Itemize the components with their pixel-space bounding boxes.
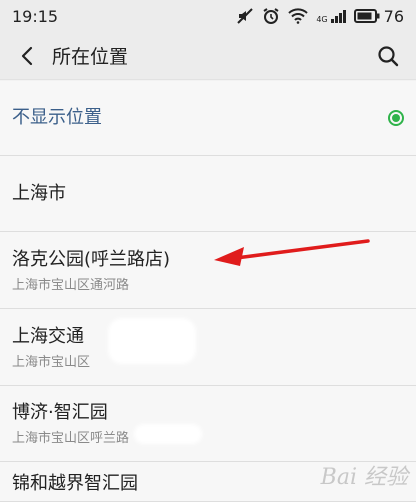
privacy-blur (134, 424, 202, 444)
location-item-poi[interactable]: 洛克公园(呼兰路店) 上海市宝山区通河路 (0, 232, 416, 309)
battery-indicator: 76 (353, 6, 404, 26)
location-name: 博济·智汇园 (12, 402, 108, 423)
back-button[interactable] (12, 41, 42, 71)
location-address: 上海市宝山区 (12, 354, 91, 370)
wifi-icon (288, 8, 309, 24)
location-list: 不显示位置 上海市 洛克公园(呼兰路店) 上海市宝山区通河路 上海交通 上海市宝… (0, 81, 416, 502)
status-icons: 4G 76 (236, 7, 404, 26)
top-bar: 所在位置 (0, 32, 416, 80)
location-item-city[interactable]: 上海市 (0, 156, 416, 232)
location-address: 上海市宝山区呼兰路 (12, 431, 130, 446)
mute-icon (236, 7, 254, 25)
signal-icon: 4G (316, 8, 346, 24)
search-icon (378, 45, 399, 66)
alarm-icon (262, 7, 280, 25)
search-button[interactable] (372, 40, 404, 72)
selected-radio-icon (388, 110, 404, 126)
location-address: 上海市宝山区通河路 (12, 277, 130, 293)
status-bar: 19:15 4G 76 (0, 0, 416, 32)
battery-icon (353, 9, 380, 23)
location-name: 洛克公园(呼兰路店) (12, 248, 171, 270)
status-time: 19:15 (12, 6, 59, 26)
network-label: 4G (316, 15, 328, 24)
location-name: 不显示位置 (12, 107, 102, 128)
page-title: 所在位置 (52, 46, 129, 68)
back-arrow-icon (21, 46, 33, 65)
location-name: 上海市 (12, 182, 66, 204)
battery-level: 76 (383, 6, 404, 26)
location-name: 上海交通 (12, 325, 84, 347)
privacy-blur (108, 318, 196, 364)
baidu-watermark: Bai 经验 (320, 465, 408, 490)
location-item-poi[interactable]: 上海交通 上海市宝山区 (0, 309, 416, 386)
location-item-poi[interactable]: 博济·智汇园 上海市宝山区呼兰路 (0, 386, 416, 462)
location-item-hide[interactable]: 不显示位置 (0, 81, 416, 156)
